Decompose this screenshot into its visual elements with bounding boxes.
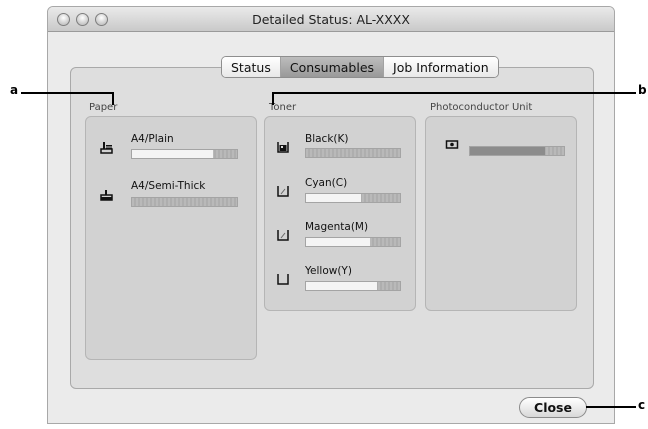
tab-bar: Status Consumables Job Information — [221, 56, 499, 78]
toner-level-bar — [305, 148, 401, 158]
photoconductor-level-bar — [469, 146, 565, 156]
toner-item-label: Magenta(M) — [305, 221, 369, 233]
toner-level-bar — [305, 193, 401, 203]
toner-cartridge-icon — [277, 230, 289, 241]
toner-panel: Black(K) Cyan(C) Magenta(M) Yellow(Y) — [264, 116, 416, 311]
toner-level-fill — [306, 238, 370, 246]
paper-panel: A4/Plain A4/Semi-Thick — [85, 116, 257, 360]
callout-a-line — [112, 92, 114, 105]
toner-item-label: Black(K) — [305, 133, 349, 145]
toner-level-fill — [306, 282, 377, 290]
toner-cartridge-icon — [277, 186, 289, 197]
photoconductor-icon — [445, 140, 459, 149]
callout-a: a — [10, 83, 19, 97]
tab-status[interactable]: Status — [222, 57, 281, 77]
callout-b-line — [272, 92, 274, 105]
paper-level-bar — [131, 197, 238, 207]
paper-level-bar — [131, 149, 238, 159]
toner-cartridge-icon — [277, 142, 289, 153]
callout-b-line — [272, 92, 636, 94]
callout-a-line — [21, 92, 113, 94]
toner-cartridge-icon — [277, 274, 289, 285]
photoconductor-level-fill — [470, 147, 546, 155]
tab-consumables[interactable]: Consumables — [280, 57, 385, 77]
paper-level-fill — [132, 150, 213, 158]
title-bar: Detailed Status: AL-XXXX — [48, 7, 614, 32]
callout-c-line — [586, 406, 636, 408]
toner-item-label: Yellow(Y) — [305, 265, 352, 277]
callout-c: c — [638, 398, 646, 412]
photoconductor-group-label: Photoconductor Unit — [430, 102, 533, 113]
callout-b: b — [638, 83, 647, 97]
photoconductor-panel — [425, 116, 577, 311]
status-window: Detailed Status: AL-XXXX Status Consumab… — [47, 6, 615, 424]
window-title: Detailed Status: AL-XXXX — [252, 12, 410, 27]
toner-level-bar — [305, 281, 401, 291]
toner-level-fill — [306, 194, 361, 202]
toner-level-bar — [305, 237, 401, 247]
toner-item-label: Cyan(C) — [305, 177, 348, 189]
paper-tray-icon — [100, 190, 113, 201]
tab-job-information[interactable]: Job Information — [384, 57, 498, 77]
paper-item-label: A4/Semi-Thick — [131, 180, 206, 192]
paper-tray-icon — [100, 142, 113, 154]
close-button[interactable]: Close — [519, 397, 587, 418]
paper-item-label: A4/Plain — [131, 133, 174, 145]
